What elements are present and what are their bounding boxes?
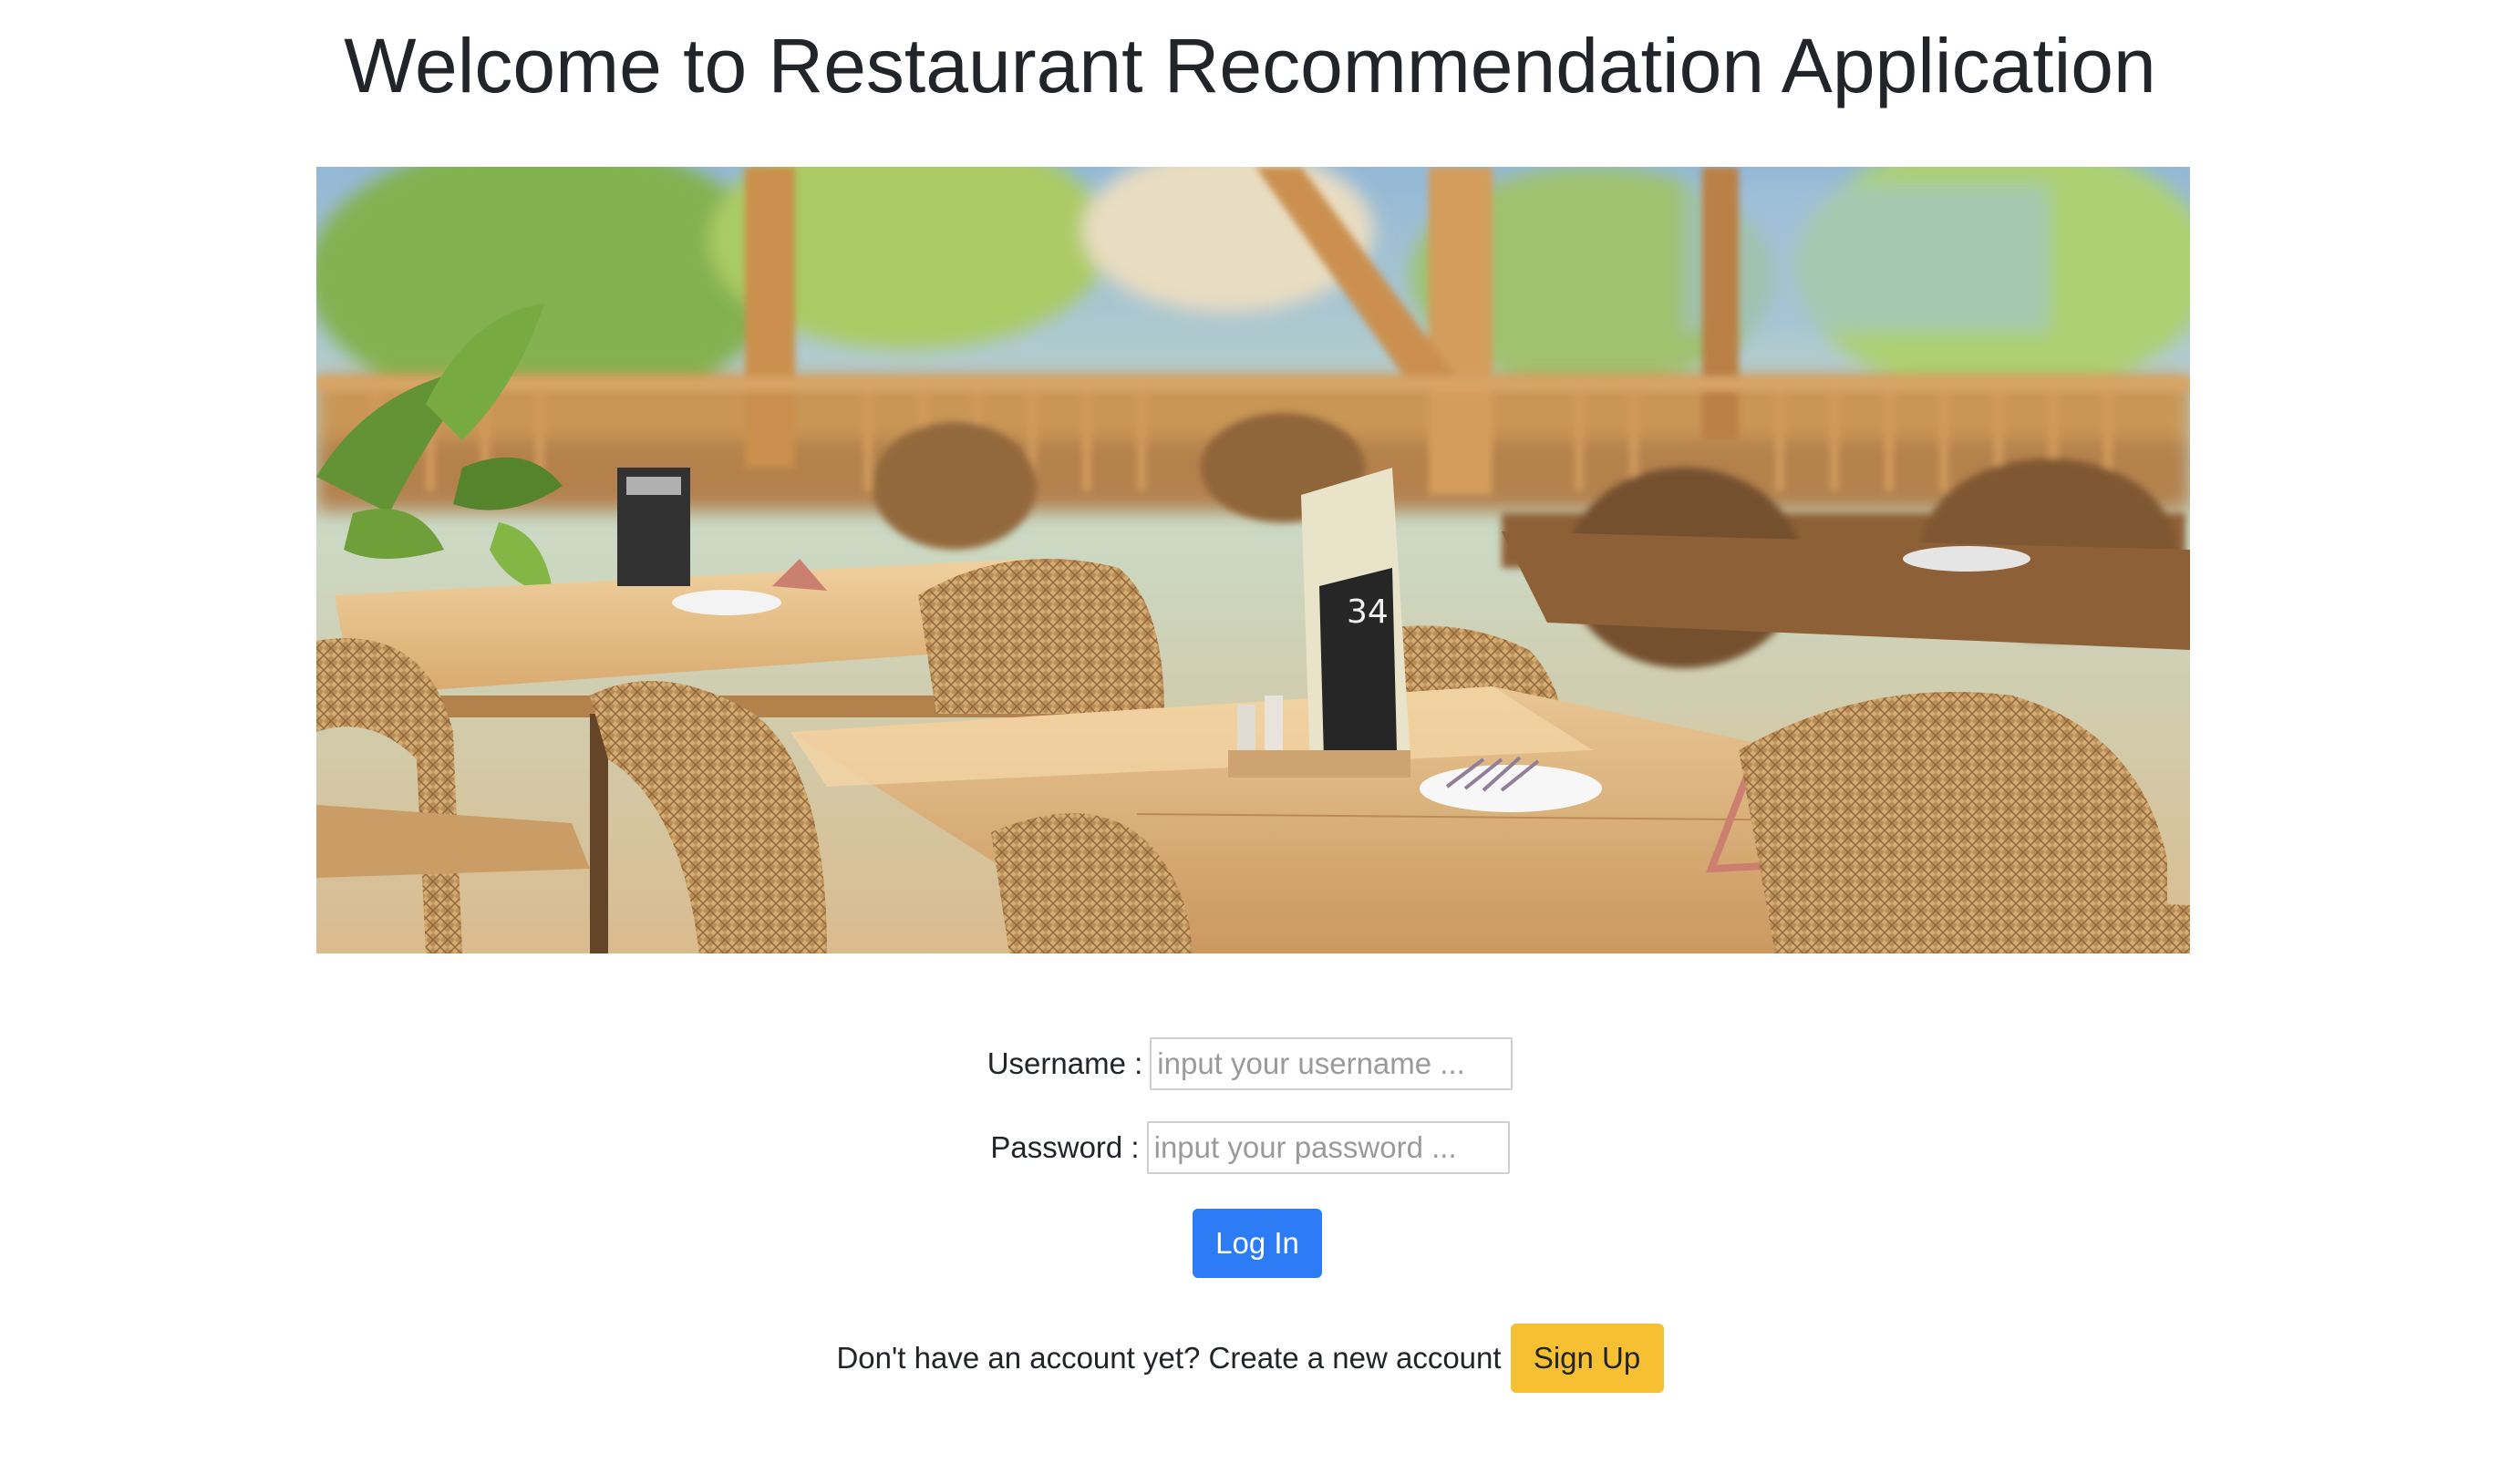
- signup-button[interactable]: Sign Up: [1510, 1324, 1664, 1393]
- password-row: Password :: [0, 1121, 2500, 1174]
- password-input[interactable]: [1146, 1121, 1510, 1174]
- username-label: Username :: [987, 1046, 1143, 1080]
- login-page: Welcome to Restaurant Recommendation App…: [0, 0, 2500, 1484]
- password-label: Password :: [990, 1130, 1140, 1164]
- username-input[interactable]: [1150, 1037, 1513, 1090]
- signup-row: Don't have an account yet? Create a new …: [0, 1324, 2500, 1393]
- username-row: Username :: [0, 1037, 2500, 1090]
- signup-prompt: Don't have an account yet? Create a new …: [836, 1341, 1502, 1375]
- page-title: Welcome to Restaurant Recommendation App…: [344, 23, 2156, 108]
- login-button[interactable]: Log In: [1193, 1209, 1322, 1278]
- restaurant-hero-image: 34: [316, 167, 2190, 953]
